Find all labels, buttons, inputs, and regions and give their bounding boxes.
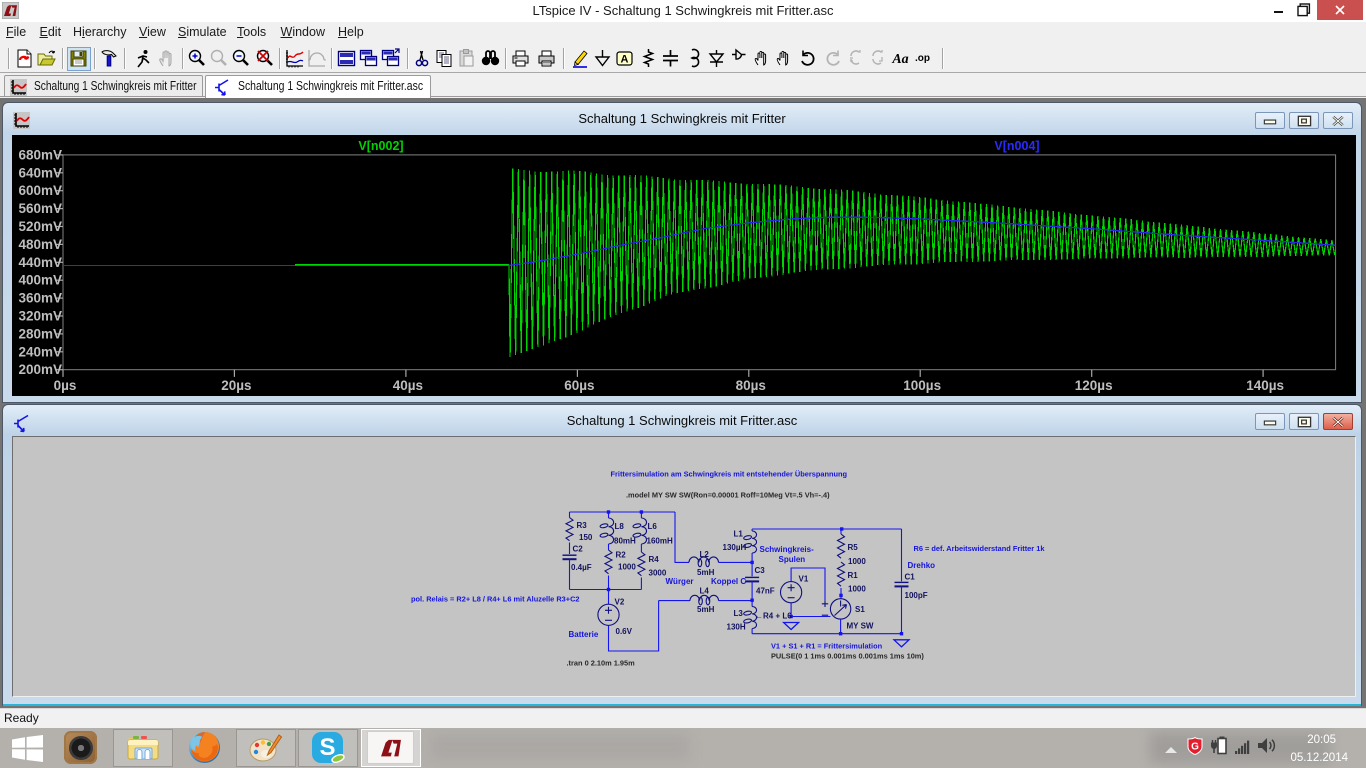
svg-text:S1: S1 <box>855 605 865 614</box>
svg-text:V2: V2 <box>615 597 625 606</box>
svg-text:100pF: 100pF <box>905 591 928 600</box>
svg-text:20µs: 20µs <box>221 378 251 393</box>
svg-text:400mV: 400mV <box>18 272 62 287</box>
svg-text:100µs: 100µs <box>903 378 941 393</box>
svg-text:80mH: 80mH <box>614 536 636 545</box>
svg-text:120µs: 120µs <box>1075 378 1113 393</box>
svg-text:V1 + S1 + R1 = Frittersimulati: V1 + S1 + R1 = Frittersimulation <box>771 641 883 650</box>
svg-text:0.4µF: 0.4µF <box>571 563 592 572</box>
svg-text:600mV: 600mV <box>18 183 62 198</box>
svg-text:.tran 0 2.10m 1.95m: .tran 0 2.10m 1.95m <box>567 658 636 667</box>
svg-text:Würger: Würger <box>666 577 694 586</box>
svg-text:280mV: 280mV <box>18 326 62 341</box>
svg-text:640mV: 640mV <box>18 165 62 180</box>
svg-text:←R4 + L6: ←R4 + L6 <box>755 611 792 620</box>
svg-text:200mV: 200mV <box>18 362 62 377</box>
svg-text:1000: 1000 <box>848 557 866 566</box>
svg-text:R1: R1 <box>848 571 859 580</box>
svg-text:Frittersimulation am Schwingkr: Frittersimulation am Schwingkreis mit en… <box>611 469 848 478</box>
svg-text:130H: 130H <box>727 622 746 631</box>
svg-text:60µs: 60µs <box>564 378 594 393</box>
svg-text:130µH: 130µH <box>723 543 747 552</box>
svg-text:Drehko: Drehko <box>908 561 936 570</box>
svg-text:560mV: 560mV <box>18 201 62 216</box>
svg-text:R4: R4 <box>649 555 660 564</box>
svg-text:Batterie: Batterie <box>569 630 599 639</box>
svg-text:240mV: 240mV <box>18 344 62 359</box>
svg-text:140µs: 140µs <box>1246 378 1284 393</box>
svg-text:1000: 1000 <box>618 562 636 571</box>
svg-text:L1: L1 <box>734 529 744 538</box>
svg-text:680mV: 680mV <box>18 147 62 162</box>
svg-text:L8: L8 <box>615 522 625 531</box>
svg-text:pol. Relais = R2+ L8 / R4+ L6: pol. Relais = R2+ L8 / R4+ L6 mit Aluzel… <box>411 594 580 603</box>
svg-text:Koppel C: Koppel C <box>711 577 746 586</box>
svg-text:L3: L3 <box>734 609 744 618</box>
svg-text:3000: 3000 <box>649 568 667 577</box>
svg-text:520mV: 520mV <box>18 219 62 234</box>
svg-text:Schwingkreis-: Schwingkreis- <box>760 545 815 554</box>
svg-text:5mH: 5mH <box>697 568 715 577</box>
svg-text:L6: L6 <box>648 522 658 531</box>
svg-text:A: A <box>621 54 629 66</box>
svg-text:L2: L2 <box>700 550 710 559</box>
svg-text:MY SW: MY SW <box>847 621 874 630</box>
svg-text:320mV: 320mV <box>18 308 62 323</box>
svg-text:C1: C1 <box>905 572 916 581</box>
svg-text:V[n002]: V[n002] <box>358 139 403 153</box>
svg-text:C2: C2 <box>573 544 584 553</box>
svg-text:0µs: 0µs <box>54 378 77 393</box>
svg-text:R5: R5 <box>848 543 859 552</box>
svg-text:1000: 1000 <box>848 584 866 593</box>
svg-text:R2: R2 <box>616 550 627 559</box>
svg-text:480mV: 480mV <box>18 236 62 251</box>
svg-text:150: 150 <box>579 533 593 542</box>
svg-text:C3: C3 <box>755 566 766 575</box>
svg-text:40µs: 40µs <box>393 378 423 393</box>
svg-text:360mV: 360mV <box>18 290 62 305</box>
svg-text:Aa: Aa <box>891 52 908 67</box>
svg-text:.op: .op <box>915 53 930 64</box>
svg-text:47nF: 47nF <box>756 586 775 595</box>
svg-text:Spulen: Spulen <box>779 555 806 564</box>
svg-text:80µs: 80µs <box>736 378 766 393</box>
svg-text:.model MY SW SW(Ron=0.00001 R: .model MY SW SW(Ron=0.00001 Roff=10Meg V… <box>626 490 830 499</box>
svg-text:V[n004]: V[n004] <box>994 139 1039 153</box>
svg-text:G: G <box>1191 742 1199 753</box>
svg-text:440mV: 440mV <box>18 254 62 269</box>
svg-text:V1: V1 <box>799 574 809 583</box>
svg-text:R6 = def. Arbeitswiderstand Fr: R6 = def. Arbeitswiderstand Fritter 1k <box>914 544 1046 553</box>
svg-text:160mH: 160mH <box>647 536 673 545</box>
svg-text:L4: L4 <box>700 586 710 595</box>
svg-text:R3: R3 <box>577 521 588 530</box>
svg-text:5mH: 5mH <box>697 605 715 614</box>
svg-text:0.6V: 0.6V <box>616 627 633 636</box>
svg-text:PULSE(0 1 1ms 0.001ms 0.001ms: PULSE(0 1 1ms 0.001ms 0.001ms 1ms 10m) <box>771 651 924 660</box>
